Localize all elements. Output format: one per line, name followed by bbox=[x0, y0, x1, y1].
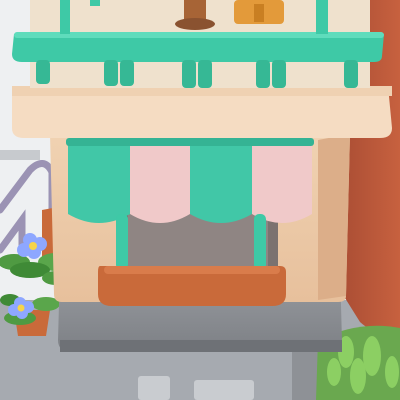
post-right bbox=[254, 214, 266, 270]
rooftop-chair bbox=[234, 0, 284, 24]
path-tile-right bbox=[194, 380, 254, 400]
counter-top-highlight bbox=[104, 266, 280, 274]
awning bbox=[66, 138, 314, 223]
post-left bbox=[116, 214, 128, 270]
sidewalk-tile bbox=[0, 150, 40, 160]
path-tile-left bbox=[138, 376, 170, 400]
wall-side-shadow bbox=[318, 134, 350, 300]
storefront-scene bbox=[0, 0, 400, 400]
base-shadow-strip bbox=[60, 340, 342, 352]
